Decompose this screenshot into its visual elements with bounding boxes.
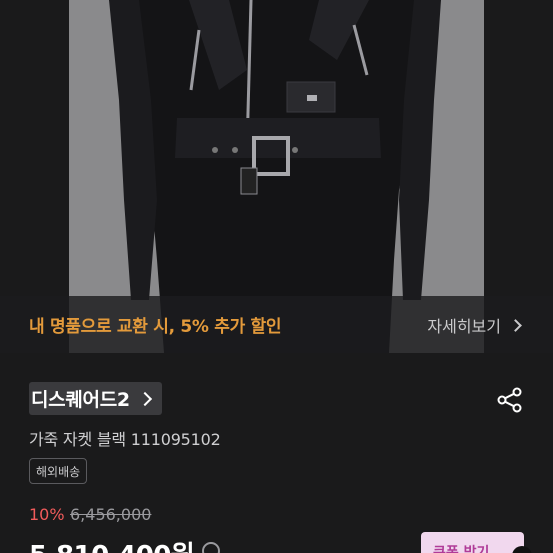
brand-link[interactable]: 디스퀘어드2 (29, 382, 162, 415)
chevron-right-icon (137, 391, 152, 406)
original-price: 6,456,000 (70, 505, 152, 524)
product-image-area[interactable]: 내 명품으로 교환 시, 5% 추가 할인 자세히보기 (0, 0, 553, 353)
shipping-badge: 해외배송 (29, 458, 88, 484)
product-title: 가죽 자켓 블랙 111095102 (29, 430, 221, 449)
coupon-button[interactable]: 쿠폰 받기 (421, 532, 532, 553)
promo-more-label: 자세히보기 (427, 317, 501, 336)
promo-text: 내 명품으로 교환 시, 5% 추가 할인 (29, 317, 282, 337)
chevron-right-icon (509, 318, 522, 332)
coupon-label: 쿠폰 받기 (433, 545, 490, 553)
promo-more-link[interactable]: 자세히보기 (427, 313, 522, 337)
share-icon[interactable] (496, 386, 524, 414)
download-icon (512, 546, 532, 553)
info-icon[interactable] (202, 542, 220, 553)
sale-price: 5,810,400원 (29, 535, 195, 553)
discount-rate: 10% (29, 505, 65, 524)
brand-name: 디스퀘어드2 (31, 389, 130, 411)
